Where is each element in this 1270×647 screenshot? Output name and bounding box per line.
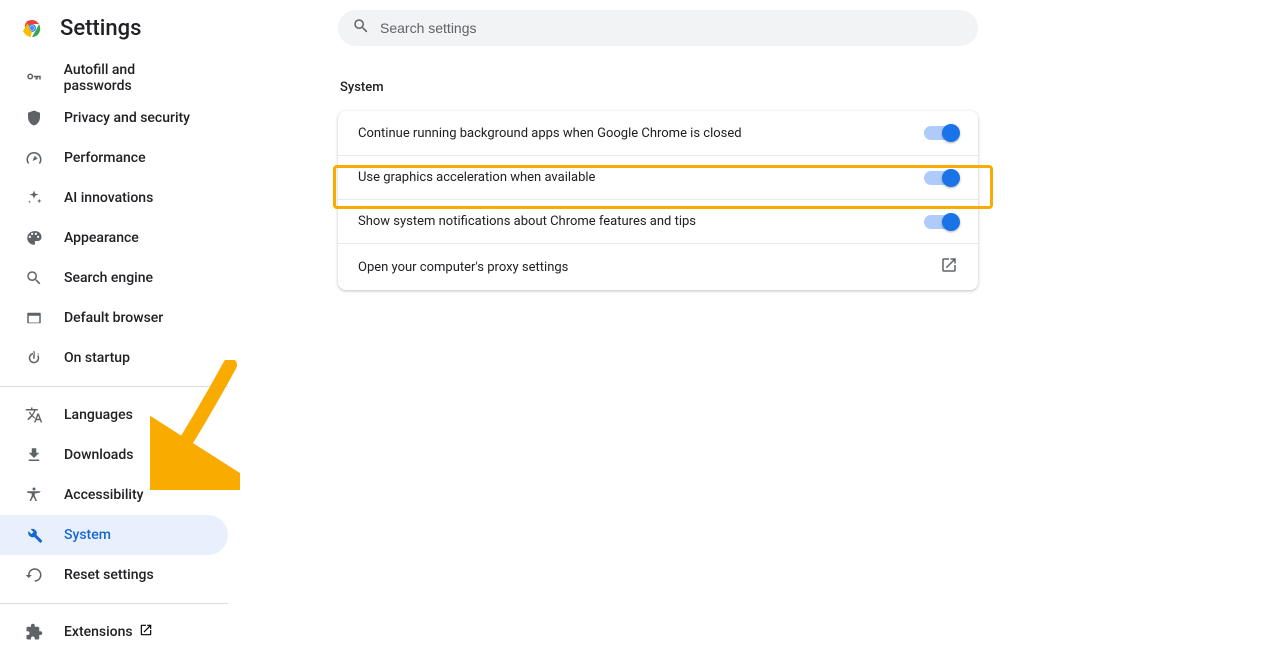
setting-label: Open your computer's proxy settings <box>358 260 568 275</box>
sidebar-item-label: Appearance <box>64 230 139 246</box>
speedometer-icon <box>24 148 44 168</box>
translate-icon <box>24 405 44 425</box>
palette-icon <box>24 228 44 248</box>
wrench-icon <box>24 525 44 545</box>
sidebar-item-on-startup[interactable]: On startup <box>0 338 228 378</box>
sidebar-item-label: Default browser <box>64 310 163 326</box>
search-icon <box>352 17 370 39</box>
sidebar-item-ai[interactable]: AI innovations <box>0 178 228 218</box>
sidebar-item-label: AI innovations <box>64 190 153 206</box>
sidebar-item-appearance[interactable]: Appearance <box>0 218 228 258</box>
setting-row-notifications: Show system notifications about Chrome f… <box>338 199 978 243</box>
page-title: Settings <box>60 16 141 41</box>
download-icon <box>24 445 44 465</box>
restore-icon <box>24 565 44 585</box>
search-input[interactable] <box>380 20 964 36</box>
setting-row-proxy-link[interactable]: Open your computer's proxy settings <box>338 243 978 290</box>
search-icon <box>24 268 44 288</box>
setting-label: Continue running background apps when Go… <box>358 126 742 141</box>
setting-row-background-apps: Continue running background apps when Go… <box>338 111 978 155</box>
open-in-new-icon <box>139 623 153 641</box>
browser-icon <box>24 308 44 328</box>
power-icon <box>24 348 44 368</box>
chrome-logo-icon <box>20 16 44 40</box>
accessibility-icon <box>24 485 44 505</box>
sidebar-item-label: Autofill and passwords <box>64 62 204 94</box>
sidebar-item-system[interactable]: System <box>0 515 228 555</box>
setting-label: Use graphics acceleration when available <box>358 170 595 185</box>
sidebar-item-search-engine[interactable]: Search engine <box>0 258 228 298</box>
extension-icon <box>24 622 44 642</box>
sidebar-item-label: Downloads <box>64 447 133 463</box>
key-icon <box>24 68 44 88</box>
settings-card: Continue running background apps when Go… <box>338 111 978 290</box>
open-in-new-icon <box>940 256 958 278</box>
toggle-background-apps[interactable] <box>924 126 958 140</box>
sidebar-item-default-browser[interactable]: Default browser <box>0 298 228 338</box>
sidebar-item-label: System <box>64 527 111 543</box>
sidebar-item-accessibility[interactable]: Accessibility <box>0 475 228 515</box>
search-settings-field[interactable] <box>338 10 978 46</box>
sidebar-divider <box>0 386 228 387</box>
toggle-notifications[interactable] <box>924 215 958 229</box>
system-settings-section: System Continue running background apps … <box>338 80 978 290</box>
sidebar-item-label: Performance <box>64 150 146 166</box>
sidebar-item-languages[interactable]: Languages <box>0 395 228 435</box>
toggle-graphics-accel[interactable] <box>924 171 958 185</box>
sidebar-item-label: Extensions <box>64 624 133 640</box>
sidebar-item-extensions[interactable]: Extensions <box>0 612 228 647</box>
settings-sidebar[interactable]: Autofill and passwords Privacy and secur… <box>0 56 228 647</box>
sidebar-item-label: Accessibility <box>64 487 143 503</box>
setting-row-graphics-accel: Use graphics acceleration when available <box>338 155 978 199</box>
sidebar-item-downloads[interactable]: Downloads <box>0 435 228 475</box>
sidebar-item-reset[interactable]: Reset settings <box>0 555 228 595</box>
sidebar-divider <box>0 603 228 604</box>
sidebar-item-label: Reset settings <box>64 567 154 583</box>
shield-icon <box>24 108 44 128</box>
sidebar-item-performance[interactable]: Performance <box>0 138 228 178</box>
sidebar-item-label: On startup <box>64 350 130 366</box>
sidebar-item-label: Languages <box>64 407 133 423</box>
setting-label: Show system notifications about Chrome f… <box>358 214 696 229</box>
sidebar-item-privacy[interactable]: Privacy and security <box>0 98 228 138</box>
section-title: System <box>338 80 978 95</box>
sparkles-icon <box>24 188 44 208</box>
sidebar-item-label: Search engine <box>64 270 153 286</box>
sidebar-item-autofill[interactable]: Autofill and passwords <box>0 58 228 98</box>
sidebar-item-label: Privacy and security <box>64 110 190 126</box>
